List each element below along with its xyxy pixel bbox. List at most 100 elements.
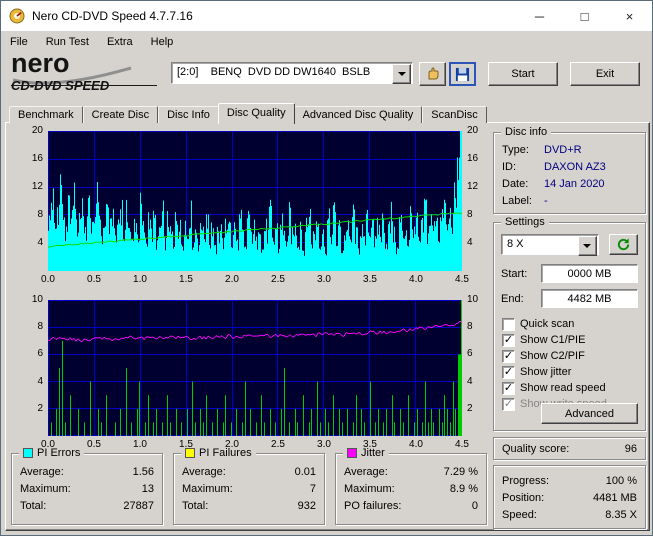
axis-tick-label: 4 <box>37 237 43 248</box>
axis-tick-label: 6 <box>467 348 473 360</box>
axis-tick-label: 12 <box>31 181 43 192</box>
axis-tick-label: 16 <box>31 153 43 164</box>
axis-tick-label: 3.5 <box>363 439 377 450</box>
axis-tick-label: 3.0 <box>317 439 331 450</box>
drive-selector-dropdown-button[interactable] <box>392 64 411 84</box>
menu-bar: File Run Test Extra Help <box>1 31 652 52</box>
save-button[interactable] <box>449 62 476 86</box>
menu-extra[interactable]: Extra <box>98 33 142 51</box>
checkbox-box <box>502 365 515 379</box>
tab-benchmark[interactable]: Benchmark <box>9 106 83 123</box>
stat-label: Total: <box>182 499 209 512</box>
progress-value: 100 % <box>605 474 637 487</box>
menu-help[interactable]: Help <box>142 33 183 51</box>
start-position-field[interactable]: 0000 MB <box>541 264 638 283</box>
stat-value: 27887 <box>123 499 154 512</box>
stat-label: Maximum: <box>182 482 233 495</box>
jitter-panel: Jitter Average: 7.29 % Maximum: 8.9 % PO f… <box>335 447 487 525</box>
axis-tick-label: 4 <box>37 375 43 387</box>
settings-title: Settings <box>501 216 549 228</box>
settings-panel: Settings 8 X Start: 0000 MB End: 4482 MB… <box>493 216 646 431</box>
pi-errors-panel: PI Errors Average: 1.56 Maximum: 13 Total:… <box>11 447 163 525</box>
stat-label: Maximum: <box>20 482 71 495</box>
pi-failures-jitter-chart <box>48 300 462 436</box>
axis-tick-label: 4.0 <box>409 274 423 285</box>
stat-value: 7.29 % <box>443 465 478 478</box>
disc-type-value: DVD+R <box>544 143 582 156</box>
end-position-field[interactable]: 4482 MB <box>541 289 638 308</box>
pi-errors-chart <box>48 131 462 271</box>
tab-create-disc[interactable]: Create Disc <box>82 106 159 123</box>
checkbox-show-read-speed[interactable]: Show read speed <box>502 380 645 396</box>
pi-failures-panel: PI Failures Average: 0.01 Maximum: 7 Total… <box>173 447 325 525</box>
checkbox-show-jitter[interactable]: Show jitter <box>502 364 645 380</box>
stat-value: 0 <box>471 499 478 512</box>
stat-value: 8.9 % <box>449 482 478 495</box>
hand-tool-button[interactable] <box>419 62 446 86</box>
tab-disc-info[interactable]: Disc Info <box>158 106 219 123</box>
axis-tick-label: 2.5 <box>271 274 285 285</box>
checkbox-box <box>502 397 515 411</box>
stat-label: PO failures: <box>344 499 402 512</box>
stat-label: Maximum: <box>344 482 395 495</box>
progress-panel: Progress: 100 % Position: 4481 MB Speed: 8.… <box>493 465 646 529</box>
app-icon <box>9 8 25 24</box>
tab-advanced-disc-quality[interactable]: Advanced Disc Quality <box>293 106 423 123</box>
disc-info-title: Disc info <box>501 126 552 138</box>
axis-tick-label: 1.0 <box>133 439 147 450</box>
chevron-down-icon <box>583 244 592 248</box>
axis-tick-label: 1.5 <box>179 439 193 450</box>
scan-speed-dropdown-button[interactable] <box>577 236 597 256</box>
refresh-icon <box>617 238 629 251</box>
disc-id-label: ID: <box>502 160 517 173</box>
axis-tick-label: 4.5 <box>455 439 469 450</box>
stat-value: 1.56 <box>132 465 154 478</box>
checkbox-show-c1-pie[interactable]: Show C1/PIE <box>502 332 645 348</box>
axis-tick-label: 10 <box>31 294 43 305</box>
pi-errors-legend-swatch <box>23 448 33 458</box>
minimize-button[interactable]: ─ <box>517 1 562 31</box>
axis-tick-label: 1.0 <box>133 274 147 285</box>
checkbox-quick-scan[interactable]: Quick scan <box>502 316 645 332</box>
advanced-button[interactable]: Advanced <box>541 403 638 424</box>
checkbox-box <box>502 349 515 363</box>
axis-tick-label: 4 <box>467 237 473 248</box>
window-title: Nero CD-DVD Speed 4.7.7.16 <box>32 9 193 23</box>
stat-label: Average: <box>20 465 64 478</box>
stat-value: 0.01 <box>294 465 316 478</box>
tab-scandisc[interactable]: ScanDisc <box>422 106 487 123</box>
start-position-label: Start: <box>501 267 528 280</box>
refresh-button[interactable] <box>608 234 638 255</box>
disc-label-label: Label: <box>502 194 532 207</box>
close-button[interactable]: × <box>607 1 652 31</box>
tab-strip: Benchmark Create Disc Disc Info Disc Qua… <box>9 103 487 124</box>
checkbox-show-c2-pif[interactable]: Show C2/PIF <box>502 348 645 364</box>
stat-value: 13 <box>141 482 154 495</box>
scan-speed-value: 8 X <box>507 238 524 250</box>
disc-id-value: DAXON AZ3 <box>544 160 606 173</box>
disc-info-panel: Disc info Type: DVD+R ID: DAXON AZ3 Date: 1… <box>493 126 646 214</box>
axis-tick-label: 4.0 <box>409 439 423 450</box>
axis-tick-label: 8 <box>467 209 473 220</box>
axis-tick-label: 8 <box>467 321 473 333</box>
axis-tick-label: 0.5 <box>87 439 101 450</box>
end-position-label: End: <box>501 292 524 305</box>
axis-tick-label: 2 <box>37 402 43 414</box>
checkbox-box <box>502 381 515 395</box>
scan-speed-combo[interactable]: 8 X <box>501 234 599 256</box>
maximize-button[interactable]: □ <box>562 1 607 31</box>
axis-tick-label: 6 <box>37 348 43 360</box>
axis-tick-label: 0.0 <box>41 439 55 450</box>
window-controls: ─ □ × <box>517 1 652 31</box>
disc-label-value: - <box>544 194 548 207</box>
axis-tick-label: 4.5 <box>455 274 469 285</box>
axis-tick-label: 2.5 <box>271 439 285 450</box>
start-button[interactable]: Start <box>488 62 558 86</box>
exit-button[interactable]: Exit <box>570 62 640 86</box>
disc-date-value: 14 Jan 2020 <box>544 177 605 190</box>
drive-selector-combo[interactable]: [2:0] BENQ DVD DD DW1640 BSLB <box>171 62 413 84</box>
axis-tick-label: 3.0 <box>317 274 331 285</box>
hand-icon <box>428 67 438 80</box>
axis-tick-label: 0.0 <box>41 274 55 285</box>
tab-disc-quality[interactable]: Disc Quality <box>217 103 295 124</box>
